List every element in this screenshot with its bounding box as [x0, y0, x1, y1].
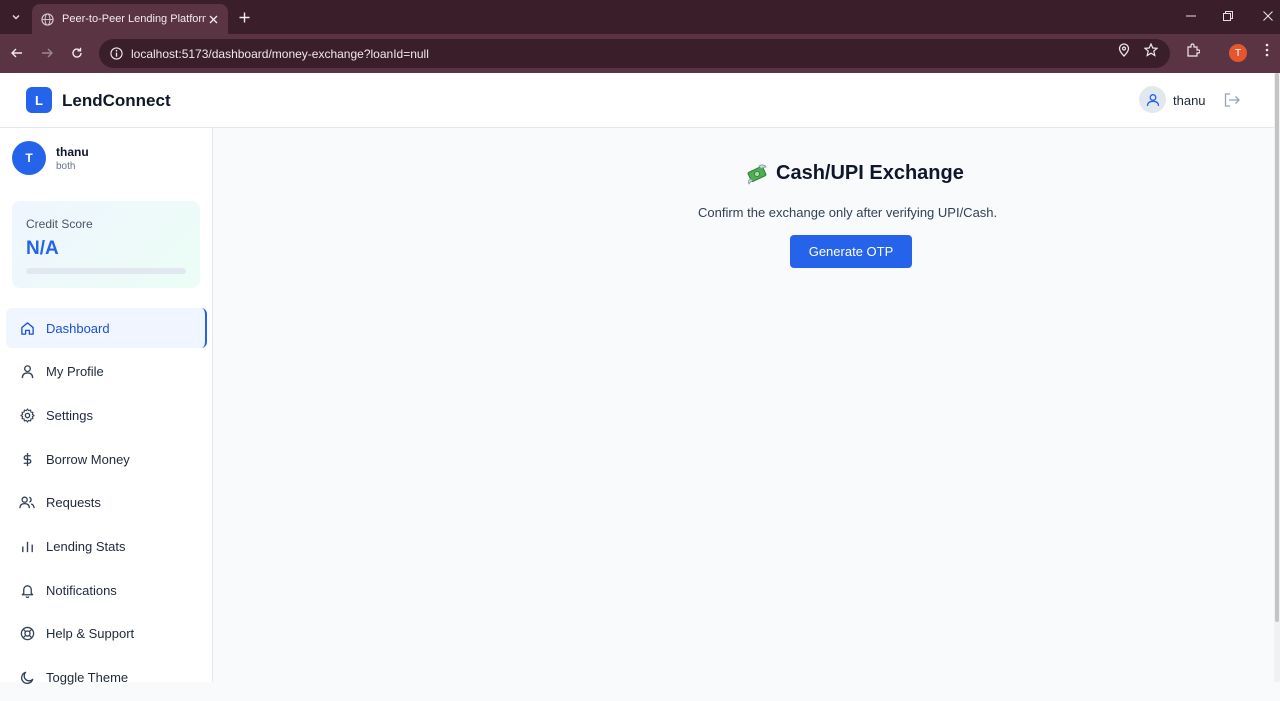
- generate-otp-button[interactable]: Generate OTP: [790, 235, 912, 268]
- page-subtitle: Confirm the exchange only after verifyin…: [698, 205, 998, 220]
- bar-chart-icon: [19, 538, 35, 554]
- sidebar-item-notifications[interactable]: Notifications: [6, 570, 207, 610]
- arrow-left-icon: [11, 48, 22, 58]
- new-tab-button[interactable]: [234, 7, 254, 27]
- restore-button[interactable]: [1216, 6, 1240, 26]
- credit-score-label: Credit Score: [26, 217, 93, 231]
- sidebar-item-label: Settings: [46, 407, 93, 423]
- brand-name[interactable]: LendConnect: [62, 91, 171, 111]
- browser-toolbar: localhost:5173/dashboard/money-exchange?…: [0, 34, 1280, 73]
- credit-score-bar: [26, 268, 186, 274]
- exchange-header: Cash/UPI Exchange: [746, 162, 964, 185]
- close-tab-icon[interactable]: [206, 12, 220, 26]
- extensions-icon[interactable]: [1183, 40, 1203, 60]
- money-with-wings-icon: [746, 163, 768, 185]
- header-user-name[interactable]: thanu: [1173, 93, 1206, 108]
- gear-icon: [19, 407, 35, 423]
- sidebar-item-settings[interactable]: Settings: [6, 395, 207, 435]
- sidebar-item-toggle-theme[interactable]: Toggle Theme: [6, 658, 207, 698]
- sidebar-item-label: Toggle Theme: [46, 670, 129, 685]
- sidebar-nav: Dashboard My Profile Settings Borrow Mon…: [6, 308, 207, 701]
- arrow-right-icon: [42, 48, 53, 58]
- tab-title: Peer-to-Peer Lending Platform: [62, 13, 206, 25]
- lifebuoy-icon: [19, 626, 35, 642]
- sidebar-item-label: Requests: [46, 495, 101, 511]
- credit-score-value: N/A: [26, 238, 59, 259]
- address-bar[interactable]: localhost:5173/dashboard/money-exchange?…: [99, 39, 1170, 68]
- sidebar-user-role: both: [56, 161, 76, 172]
- reload-button[interactable]: [67, 43, 87, 63]
- scrollbar-thumb[interactable]: [1275, 73, 1279, 622]
- forward-button[interactable]: [37, 43, 57, 63]
- tab-search-button[interactable]: [6, 7, 26, 27]
- info-icon[interactable]: [109, 47, 123, 61]
- back-button[interactable]: [7, 43, 27, 63]
- page-title: Cash/UPI Exchange: [776, 162, 964, 184]
- moon-icon: [19, 670, 35, 686]
- restore-icon: [1223, 11, 1233, 21]
- sidebar-item-requests[interactable]: Requests: [6, 483, 207, 523]
- users-icon: [19, 495, 35, 511]
- sidebar: T thanu both Credit Score N/A Dashboard …: [0, 128, 213, 685]
- sidebar-item-dashboard[interactable]: Dashboard: [6, 308, 207, 348]
- avatar: T: [12, 141, 46, 175]
- sidebar-item-label: Notifications: [46, 582, 117, 598]
- url-text: localhost:5173/dashboard/money-exchange?…: [131, 46, 429, 61]
- browser-tab[interactable]: Peer-to-Peer Lending Platform: [32, 4, 228, 34]
- user-icon: [19, 364, 35, 380]
- logout-icon[interactable]: [1223, 91, 1241, 109]
- browser-tab-bar: Peer-to-Peer Lending Platform: [0, 0, 1280, 34]
- browser-profile-avatar[interactable]: T: [1229, 44, 1247, 62]
- sidebar-item-label: Borrow Money: [46, 451, 130, 467]
- home-icon: [19, 320, 35, 336]
- sidebar-item-label: Help & Support: [46, 626, 135, 642]
- bell-icon: [19, 582, 35, 598]
- sidebar-item-my-profile[interactable]: My Profile: [6, 352, 207, 392]
- close-window-button[interactable]: [1256, 6, 1280, 26]
- sidebar-item-help-support[interactable]: Help & Support: [6, 614, 207, 654]
- bookmark-star-icon[interactable]: [1141, 40, 1161, 60]
- location-pin-icon[interactable]: [1114, 40, 1134, 60]
- plus-icon: [239, 12, 249, 22]
- sidebar-user-name: thanu: [56, 145, 89, 159]
- logo[interactable]: L: [26, 87, 52, 113]
- close-icon: [1263, 11, 1273, 21]
- sidebar-item-lending-stats[interactable]: Lending Stats: [6, 526, 207, 566]
- browser-menu-icon[interactable]: [1257, 40, 1277, 60]
- main-content: Cash/UPI Exchange Confirm the exchange o…: [214, 128, 1274, 682]
- user-icon[interactable]: [1139, 86, 1166, 113]
- dollar-icon: [19, 451, 35, 467]
- minimize-icon: [1186, 15, 1196, 17]
- chevron-down-icon: [12, 15, 20, 20]
- minimize-button[interactable]: [1179, 6, 1203, 26]
- sidebar-item-label: Lending Stats: [46, 538, 126, 554]
- sidebar-item-borrow-money[interactable]: Borrow Money: [6, 439, 207, 479]
- reload-icon: [72, 47, 82, 58]
- globe-icon: [40, 12, 54, 26]
- credit-score-card: Credit Score N/A: [12, 201, 200, 288]
- sidebar-item-label: My Profile: [46, 364, 104, 380]
- app-header: L LendConnect thanu: [0, 73, 1274, 128]
- sidebar-item-label: Dashboard: [46, 320, 110, 336]
